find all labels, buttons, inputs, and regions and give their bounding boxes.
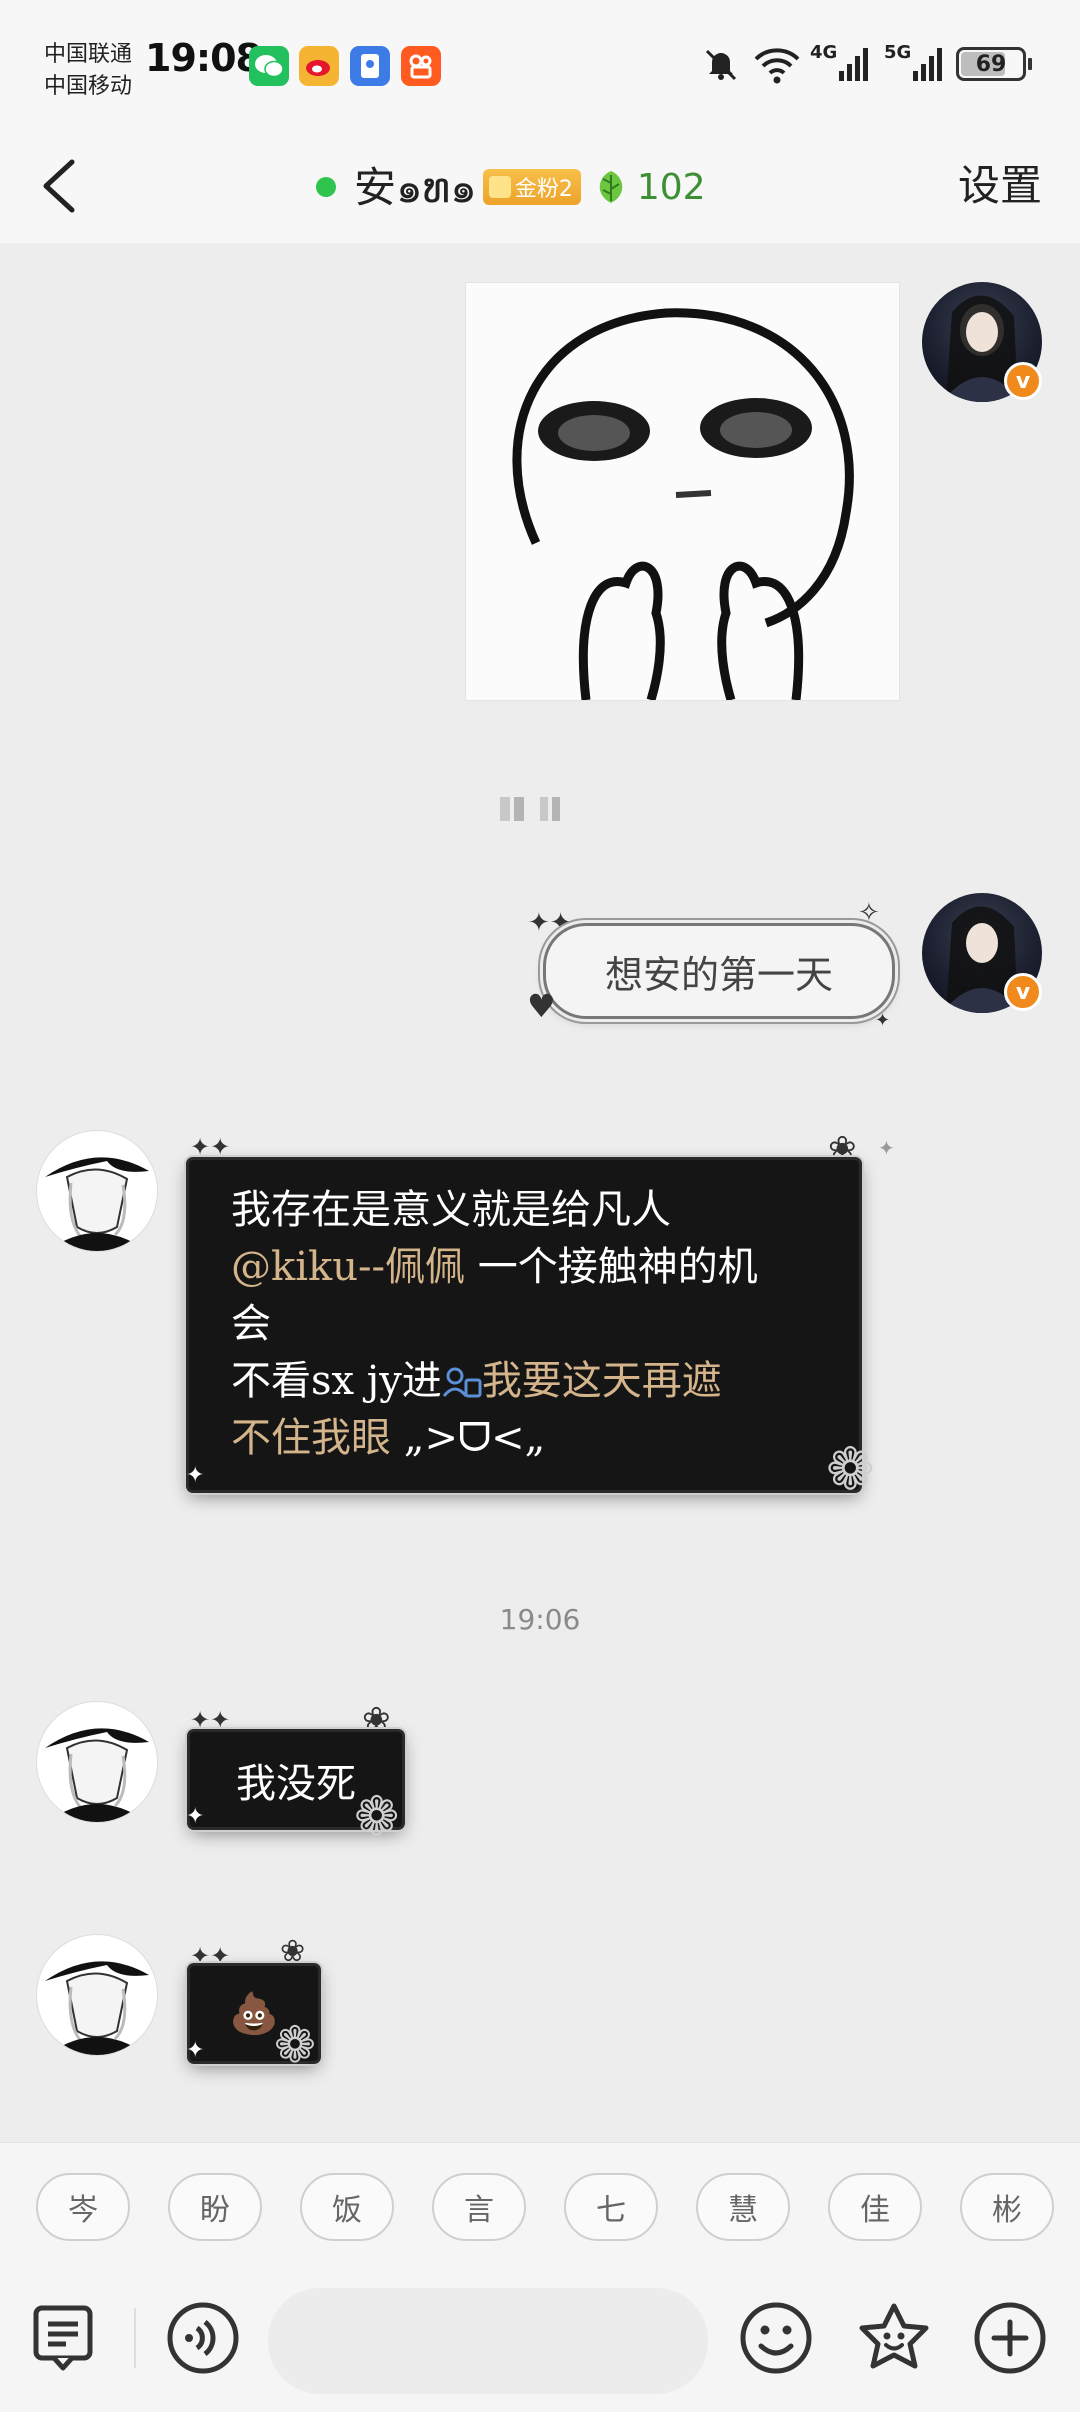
voice-button[interactable]: [163, 2298, 243, 2378]
wechat-icon: [249, 46, 289, 86]
chat-menu-button[interactable]: [26, 2298, 106, 2378]
mute-icon: [700, 42, 742, 86]
contact-name: 安๑ທ๑: [354, 162, 477, 212]
chat-menu-icon: [33, 2305, 93, 2371]
online-status-dot: [316, 177, 336, 197]
suggestion-chip[interactable]: 盼: [168, 2173, 262, 2241]
sparkle-decoration: ✦✦: [190, 1133, 231, 1161]
emoji-icon: [740, 2302, 812, 2374]
message-line: 不看sx jy进 我要这天再遮: [231, 1353, 859, 1410]
voice-icon: [167, 2302, 239, 2374]
message-bubble[interactable]: 想安的第一天: [546, 926, 892, 1016]
group-people-icon: [442, 1367, 482, 1398]
sparkle-decoration: ✦✦: [190, 1706, 231, 1734]
crown-icon: [488, 176, 511, 198]
weibo-icon: [299, 46, 339, 86]
suggestion-chip[interactable]: 岑: [36, 2173, 130, 2241]
message-line: 我存在是意义就是给凡人: [231, 1187, 671, 1233]
signal-icon-2: 5G: [884, 42, 945, 86]
sparkle-decoration: ✦: [878, 1136, 895, 1160]
lily-decoration: ❀: [280, 1934, 306, 1969]
carrier-label-1: 中国联通: [44, 42, 133, 67]
message-line: @kiku--佩佩 一个接触神的机: [231, 1239, 859, 1296]
message-bubble[interactable]: 我存在是意义就是给凡人 @kiku--佩佩 一个接触神的机 会 不看sx jy进…: [189, 1160, 859, 1490]
fan-level-label: 金粉2: [514, 177, 573, 202]
signal-icon-1: 4G: [810, 42, 871, 86]
message-text: 一个接触神的机: [465, 1244, 758, 1290]
sticker-star-icon: [859, 2303, 929, 2369]
sparkle-decoration: ✦✦: [190, 1942, 231, 1970]
network-label-1: 4G: [810, 42, 838, 63]
suggestion-chip[interactable]: 七: [564, 2173, 658, 2241]
sticker-button[interactable]: [854, 2298, 934, 2378]
lily-flower-decoration: ❁: [354, 1785, 400, 1848]
status-time: 19:08: [145, 36, 262, 80]
contact-avatar[interactable]: [36, 1130, 158, 1252]
add-button[interactable]: [970, 2298, 1050, 2378]
back-button[interactable]: [38, 156, 82, 216]
divider: [134, 2308, 136, 2368]
wifi-icon: [752, 42, 802, 86]
suggestion-chip[interactable]: 饭: [300, 2173, 394, 2241]
battery-level: 69: [975, 51, 1007, 77]
heart-decoration: ♥: [527, 987, 556, 1025]
contact-avatar[interactable]: [36, 1701, 158, 1823]
app-icon: [350, 46, 390, 86]
message-line: 会: [231, 1301, 271, 1347]
meme-face-sticker: [512, 308, 854, 702]
butterfly-decoration: ✧: [858, 898, 880, 928]
network-label-2: 5G: [884, 42, 912, 63]
kuaishou-icon: [401, 46, 441, 86]
settings-button[interactable]: 设置: [958, 152, 1042, 213]
chat-header: 安๑ທ๑ 金粉2 102 设置: [0, 130, 1080, 243]
message-text-gold: 不住我眼: [231, 1415, 391, 1461]
sticker-message[interactable]: [465, 282, 900, 702]
message-line: 不住我眼 „>ᗜ<„: [231, 1410, 859, 1467]
message-text-gold: 我要这天再遮: [481, 1358, 722, 1404]
verified-badge-icon: v: [1004, 362, 1042, 400]
message-text: „>ᗜ<„: [391, 1415, 546, 1461]
battery-icon: 69: [956, 42, 1032, 86]
leaf-icon: [599, 171, 623, 203]
message-timestamp: 19:06: [499, 1603, 581, 1636]
add-icon: [974, 2302, 1046, 2374]
suggestion-chip[interactable]: 佳: [828, 2173, 922, 2241]
message-input[interactable]: [268, 2288, 708, 2394]
lily-flower-decoration: ❁: [274, 2016, 316, 2074]
status-bar: 中国联通 中国移动 19:08 4G 5G 69: [0, 0, 1080, 130]
suggestion-chip[interactable]: 言: [432, 2173, 526, 2241]
message-input-bar: [0, 2272, 1080, 2412]
carrier-label-2: 中国移动: [44, 74, 133, 99]
suggestion-chip[interactable]: 慧: [696, 2173, 790, 2241]
chevron-left-icon: [43, 159, 75, 213]
image-loading-indicator: [500, 795, 576, 825]
mention-link[interactable]: @kiku--佩佩: [231, 1244, 465, 1290]
sparkle-decoration: ✦: [186, 2038, 205, 2063]
chat-title-group[interactable]: 安๑ທ๑ 金粉2 102: [316, 152, 706, 222]
suggestion-chip[interactable]: 彬: [960, 2173, 1054, 2241]
fan-level-badge: 金粉2: [482, 169, 581, 205]
intimacy-score: 102: [636, 166, 706, 208]
sparkle-decoration: ✦: [186, 1804, 205, 1829]
emoji-button[interactable]: [736, 2298, 816, 2378]
sparkle-decoration: ✦: [186, 1463, 205, 1488]
verified-badge-icon: v: [1004, 973, 1042, 1011]
contact-avatar[interactable]: [36, 1934, 158, 2056]
name-suggestion-bar: 岑 盼 饭 言 七 慧 佳 彬: [0, 2142, 1080, 2273]
message-text: 不看sx jy进: [231, 1358, 442, 1404]
sparkle-decoration: ✦: [875, 1010, 891, 1031]
lily-flower-decoration: ❁: [826, 1435, 875, 1503]
